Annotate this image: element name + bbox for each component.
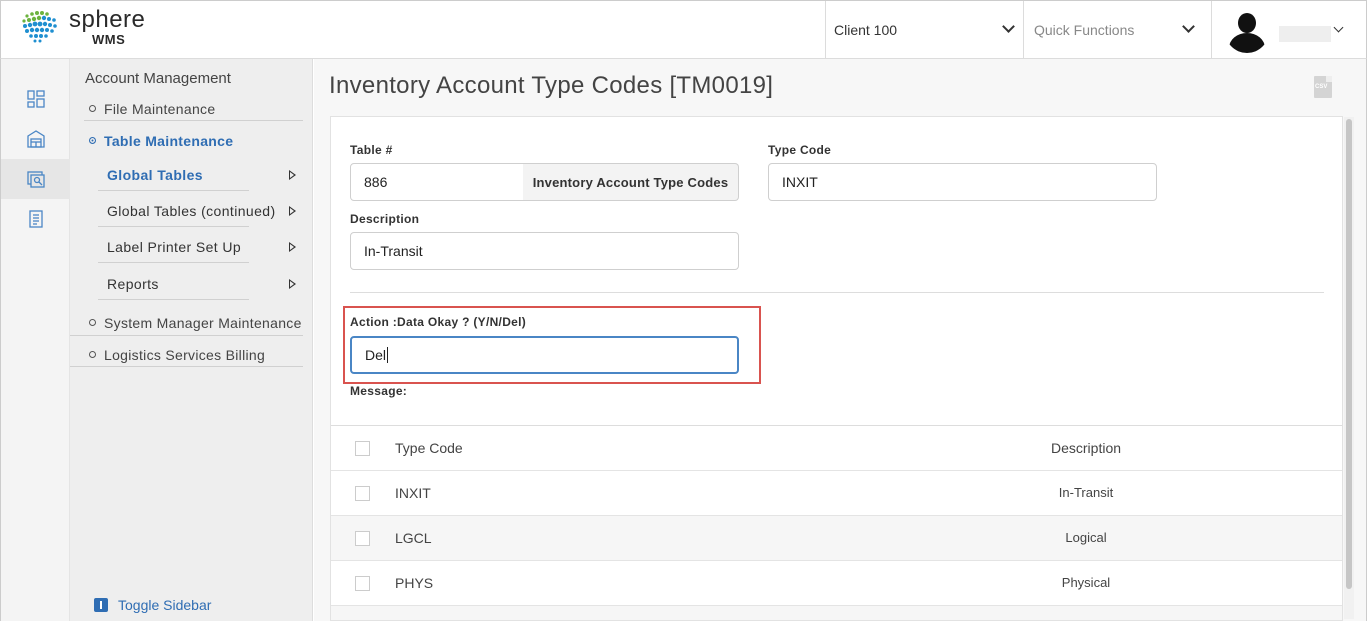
sidebar-item-label: System Manager Maintenance <box>104 315 302 331</box>
sidebar-toggle-icon <box>94 598 108 612</box>
cell-description: In-Transit <box>1058 485 1114 500</box>
action-input-value: Del <box>365 347 387 363</box>
page-title: Inventory Account Type Codes [TM0019] <box>329 72 774 99</box>
form-divider <box>350 292 1324 293</box>
table-row[interactable]: LGCL Logical <box>331 515 1342 560</box>
sidebar-item-label: Table Maintenance <box>104 133 234 149</box>
table-number-label: Table # <box>350 143 393 157</box>
sidebar-subitem-label: Global Tables <box>107 167 203 183</box>
cell-type-code: LGCL <box>395 530 432 546</box>
divider <box>98 190 249 191</box>
sidebar-heading: Account Management <box>85 70 231 87</box>
row-checkbox[interactable] <box>355 576 370 591</box>
rail-checklist[interactable] <box>1 199 71 239</box>
table-header-row: Type Code Description <box>331 425 1342 470</box>
text-caret <box>387 347 389 363</box>
cell-description: Physical <box>1061 575 1111 590</box>
select-all-checkbox[interactable] <box>355 441 370 456</box>
sidebar-subitem-label: Label Printer Set Up <box>107 239 242 255</box>
main-content: Inventory Account Type Codes [TM0019] CS… <box>314 59 1367 621</box>
type-code-input[interactable]: INXIT <box>768 163 1157 201</box>
circle-bullet-icon <box>89 351 96 358</box>
header-divider <box>1023 1 1024 59</box>
quick-functions-placeholder: Quick Functions <box>1034 22 1135 38</box>
chevron-down-icon <box>1002 20 1015 33</box>
divider <box>98 226 249 227</box>
table-row[interactable]: INXIT In-Transit <box>331 470 1342 515</box>
rail-account-management[interactable] <box>1 159 71 199</box>
sphere-logo[interactable]: sphere WMS <box>19 6 169 50</box>
rail-warehouse[interactable] <box>1 119 71 159</box>
top-header: sphere WMS Client 100 Quick Functions <box>0 0 1367 59</box>
toggle-sidebar-label: Toggle Sidebar <box>118 597 212 613</box>
divider <box>98 299 249 300</box>
sidebar-item-label: File Maintenance <box>104 101 216 117</box>
account-management-icon <box>27 171 45 188</box>
user-avatar[interactable] <box>1225 9 1269 53</box>
table-name-addon: Inventory Account Type Codes <box>523 163 739 201</box>
description-label: Description <box>350 212 420 226</box>
table-number-input[interactable]: 886 <box>350 163 524 201</box>
header-divider <box>825 1 826 59</box>
message-label: Message: <box>350 384 408 398</box>
icon-rail <box>0 59 71 621</box>
column-header-type-code[interactable]: Type Code <box>395 440 463 456</box>
header-divider <box>1211 1 1212 59</box>
table-row <box>331 605 1342 620</box>
logo-text: sphere <box>69 6 146 33</box>
rail-dashboard[interactable] <box>1 79 71 119</box>
column-header-description[interactable]: Description <box>1011 440 1161 456</box>
sidebar-subitem-label: Global Tables (continued) <box>107 203 276 219</box>
user-name-redacted <box>1279 26 1331 42</box>
csv-label: CSV <box>1315 84 1328 90</box>
row-checkbox[interactable] <box>355 486 370 501</box>
circle-bullet-icon <box>89 319 96 326</box>
divider <box>70 335 303 336</box>
action-label: Action :Data Okay ? (Y/N/Del) <box>350 315 527 329</box>
circle-bullet-icon <box>89 137 96 144</box>
row-checkbox[interactable] <box>355 531 370 546</box>
logo-subtext: WMS <box>92 32 126 47</box>
table-row[interactable]: PHYS Physical <box>331 560 1342 605</box>
scrollbar-thumb[interactable] <box>1346 119 1352 589</box>
divider <box>70 366 303 367</box>
csv-export-icon[interactable]: CSV <box>1314 76 1332 98</box>
dashboard-icon <box>27 90 45 108</box>
caret-right-icon <box>289 206 296 216</box>
quick-functions-select[interactable]: Quick Functions <box>1034 1 1202 59</box>
client-select-value: Client 100 <box>834 22 898 38</box>
caret-right-icon <box>289 279 296 289</box>
sidebar-subitem-label: Reports <box>107 276 159 292</box>
globe-logo-icon <box>22 11 57 43</box>
user-menu-chevron-icon[interactable] <box>1333 22 1344 33</box>
cell-description: Logical <box>1065 530 1107 545</box>
type-code-label: Type Code <box>768 143 832 157</box>
circle-bullet-icon <box>89 105 96 112</box>
chevron-down-icon <box>1182 20 1195 33</box>
checklist-icon <box>29 210 43 228</box>
caret-right-icon <box>289 170 296 180</box>
divider <box>98 262 249 263</box>
warehouse-icon <box>27 130 45 148</box>
client-select[interactable]: Client 100 <box>834 1 1022 59</box>
form-card: Table # 886 Inventory Account Type Codes… <box>330 116 1343 621</box>
sidebar-item-label: Logistics Services Billing <box>104 347 266 363</box>
vertical-scrollbar[interactable] <box>1344 117 1354 619</box>
cell-type-code: PHYS <box>395 575 434 591</box>
description-input[interactable]: In-Transit <box>350 232 739 270</box>
cell-type-code: INXIT <box>395 485 431 501</box>
divider <box>84 120 303 121</box>
toggle-sidebar-button[interactable]: Toggle Sidebar <box>94 597 211 613</box>
sidebar-menu: Account Management File Maintenance Tabl… <box>70 59 313 621</box>
action-input[interactable]: Del <box>350 336 739 374</box>
caret-right-icon <box>289 242 296 252</box>
